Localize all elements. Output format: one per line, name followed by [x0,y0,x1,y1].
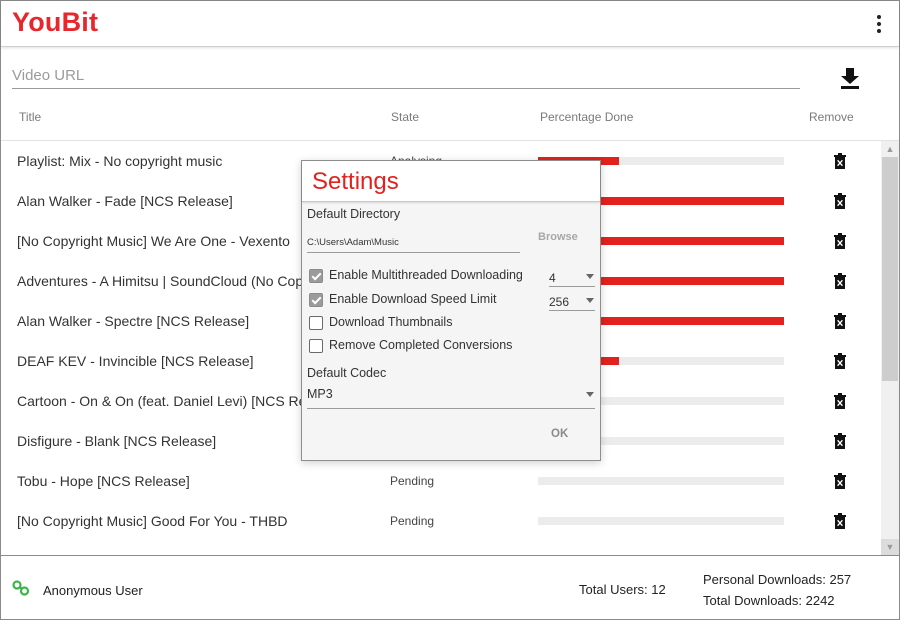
codec-select[interactable]: MP3 [307,385,595,409]
column-percent-header[interactable]: Percentage Done [540,110,633,124]
multithread-label: Enable Multithreaded Downloading [329,268,523,282]
status-footer: Anonymous User Total Users: 12 Personal … [1,555,899,619]
progress-bar [538,477,784,485]
delete-icon[interactable] [833,153,847,169]
table-header: Title State Percentage Done Remove [1,101,899,141]
thumbnails-label: Download Thumbnails [329,315,453,329]
row-title: [No Copyright Music] We Are One - Vexent… [17,233,290,249]
table-row[interactable]: Tobu - Hope [NCS Release] Pending [1,461,881,501]
user-link-icon [12,580,30,596]
delete-icon[interactable] [833,433,847,449]
thumbnails-checkbox[interactable] [309,316,323,330]
delete-icon[interactable] [833,233,847,249]
row-title: Tobu - Hope [NCS Release] [17,473,190,489]
row-title: Alan Walker - Fade [NCS Release] [17,193,233,209]
directory-field[interactable]: C:\Users\Adam\Music [307,233,520,253]
table-row[interactable]: [No Copyright Music] Good For You - THBD… [1,501,881,541]
scroll-thumb[interactable] [882,157,898,381]
delete-icon[interactable] [833,513,847,529]
settings-title: Settings [312,168,399,195]
speed-limit-value: 256 [549,295,570,309]
delete-icon[interactable] [833,193,847,209]
speed-limit-select[interactable]: 256 [549,291,595,311]
user-name: Anonymous User [43,583,143,598]
chevron-down-icon [586,298,594,303]
column-state-header[interactable]: State [391,110,419,124]
chevron-down-icon [586,392,594,397]
delete-icon[interactable] [833,353,847,369]
more-vert-icon[interactable] [871,11,887,37]
total-downloads: Total Downloads: 2242 [703,593,835,608]
remove-completed-checkbox[interactable] [309,339,323,353]
list-scrollbar[interactable]: ▲ ▼ [881,141,899,555]
row-title: Cartoon - On & On (feat. Daniel Levi) [N… [17,393,344,409]
settings-header: Settings [302,161,600,202]
row-title: [No Copyright Music] Good For You - THBD [17,513,288,529]
delete-icon[interactable] [833,313,847,329]
scroll-down-icon[interactable]: ▼ [881,539,899,555]
app-window: YouBit Title State Percentage Done Remov… [0,0,900,620]
row-title: DEAF KEV - Invincible [NCS Release] [17,353,254,369]
thread-count-value: 4 [549,271,556,285]
browse-button[interactable]: Browse [538,231,578,243]
codec-value: MP3 [307,387,333,401]
chevron-down-icon [586,274,594,279]
remove-completed-label: Remove Completed Conversions [329,338,513,352]
scroll-up-icon[interactable]: ▲ [881,141,899,157]
thread-count-select[interactable]: 4 [549,267,595,287]
total-users: Total Users: 12 [579,582,666,597]
speed-limit-label: Enable Download Speed Limit [329,292,497,306]
delete-icon[interactable] [833,273,847,289]
column-title-header[interactable]: Title [19,110,41,124]
delete-icon[interactable] [833,473,847,489]
multithread-checkbox[interactable] [309,269,323,283]
row-state: Pending [390,474,435,488]
row-title: Alan Walker - Spectre [NCS Release] [17,313,250,329]
app-title: YouBit [12,7,99,37]
row-title: Disfigure - Blank [NCS Release] [17,433,217,449]
column-remove-header[interactable]: Remove [809,110,854,124]
default-directory-label: Default Directory [307,207,401,221]
app-header: YouBit [1,1,899,47]
progress-bar [538,517,784,525]
row-title: Playlist: Mix - No copyright music [17,153,223,169]
download-icon[interactable] [837,65,863,91]
speed-limit-checkbox[interactable] [309,293,323,307]
ok-button[interactable]: OK [551,428,568,440]
personal-downloads: Personal Downloads: 257 [703,572,852,587]
delete-icon[interactable] [833,393,847,409]
row-state: Pending [390,514,435,528]
default-codec-label: Default Codec [307,366,387,380]
settings-dialog: Settings Default Directory C:\Users\Adam… [301,160,601,461]
video-url-input[interactable] [12,63,800,89]
